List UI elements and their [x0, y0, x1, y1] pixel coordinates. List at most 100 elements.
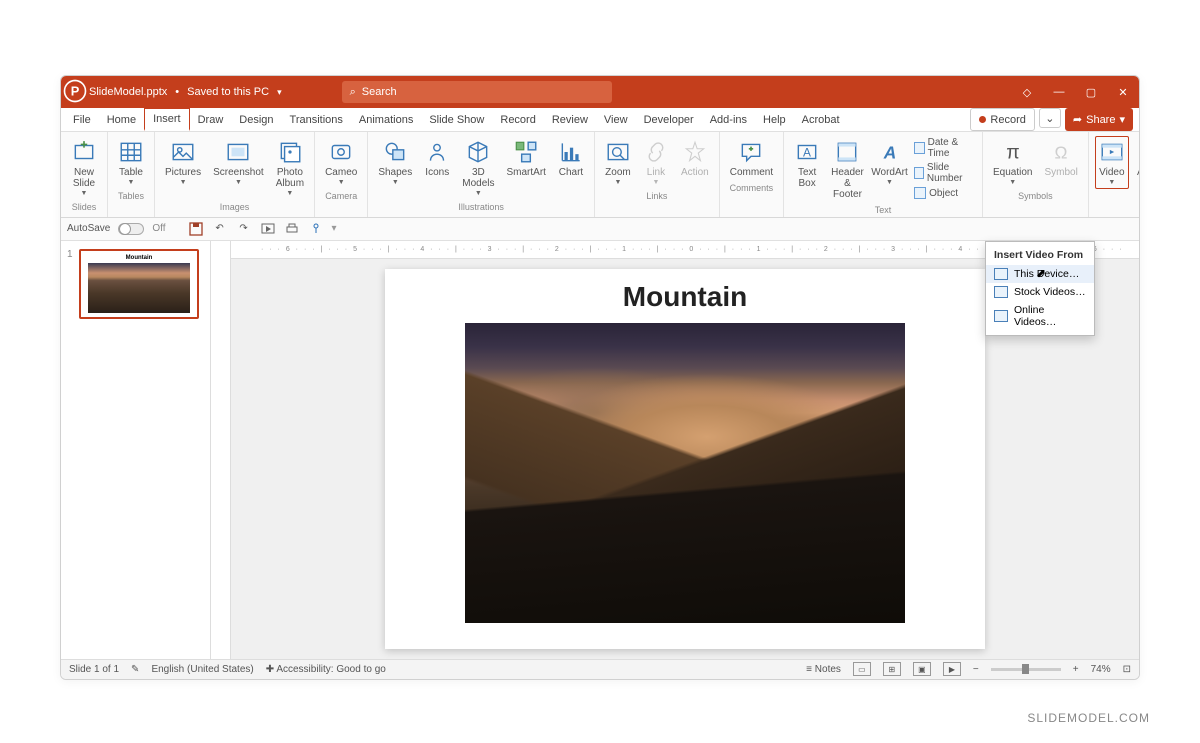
slide-position[interactable]: Slide 1 of 1 — [69, 664, 119, 675]
slideshow-button[interactable]: ▶ — [943, 662, 961, 676]
tab-review[interactable]: Review — [544, 108, 596, 131]
icons-button[interactable]: Icons — [420, 136, 454, 181]
slideshow-from-beginning-button[interactable] — [260, 221, 276, 237]
link-button[interactable]: Link▼ — [639, 136, 673, 189]
spellcheck-icon[interactable]: ✎ — [131, 664, 139, 675]
video-button[interactable]: Video▼ — [1095, 136, 1129, 189]
slide-number-button[interactable]: Slide Number — [912, 161, 976, 185]
smartart-button[interactable]: SmartArt — [503, 136, 550, 181]
ribbon-group-media: Video▼Audio▼Screen RecordingMedia — [1089, 132, 1140, 217]
search-input[interactable]: ⌕ Search — [342, 81, 612, 103]
slide-sorter-button[interactable]: ⊞ — [883, 662, 901, 676]
quick-access-toolbar: AutoSave Off ↶ ↷ ▾ — [61, 218, 1139, 240]
autosave-toggle[interactable] — [118, 223, 144, 235]
tab-draw[interactable]: Draw — [190, 108, 232, 131]
zoom-out-button[interactable]: − — [973, 664, 979, 675]
shapes-button[interactable]: Shapes▼ — [374, 136, 416, 189]
slide-title[interactable]: Mountain — [623, 281, 747, 313]
action-button[interactable]: Action — [677, 136, 713, 181]
tab-help[interactable]: Help — [755, 108, 794, 131]
icons-icon — [424, 139, 450, 165]
wordart-button[interactable]: AWordArt▼ — [871, 136, 908, 189]
minimize-button[interactable]: — — [1043, 76, 1075, 108]
notes-button[interactable]: ≡ Notes — [806, 664, 841, 675]
share-button[interactable]: ➦ Share ▾ — [1065, 108, 1133, 131]
coming-soon-button[interactable]: ◇ — [1011, 76, 1043, 108]
slide[interactable]: Mountain — [385, 269, 985, 649]
tab-acrobat[interactable]: Acrobat — [794, 108, 848, 131]
undo-button[interactable]: ↶ — [212, 221, 228, 237]
table-button[interactable]: Table▼ — [114, 136, 148, 189]
video-dropdown: Insert Video From This Device…Stock Vide… — [985, 241, 1095, 336]
save-status: Saved to this PC — [187, 86, 269, 98]
header-footer-button[interactable]: Header & Footer — [828, 136, 867, 203]
tab-add-ins[interactable]: Add-ins — [702, 108, 755, 131]
tab-record[interactable]: Record — [492, 108, 543, 131]
screenshot-icon — [225, 139, 251, 165]
tab-view[interactable]: View — [596, 108, 636, 131]
date-time-button[interactable]: Date & Time — [912, 136, 976, 160]
equation-button[interactable]: πEquation▼ — [989, 136, 1036, 189]
video-icon — [1099, 139, 1125, 165]
tab-insert[interactable]: Insert — [144, 108, 190, 131]
comment-button[interactable]: Comment — [726, 136, 777, 181]
group-label: Tables — [118, 191, 144, 201]
normal-view-button[interactable]: ▭ — [853, 662, 871, 676]
tab-file[interactable]: File — [65, 108, 99, 131]
photo-album-icon — [277, 139, 303, 165]
language-status[interactable]: English (United States) — [151, 664, 253, 675]
pictures-button[interactable]: Pictures▼ — [161, 136, 205, 189]
filename: SlideModel.pptx — [89, 86, 167, 98]
close-button[interactable]: ✕ — [1107, 76, 1139, 108]
autosave-label: AutoSave — [67, 223, 110, 234]
slide-image[interactable] — [465, 323, 905, 623]
photo-album-button[interactable]: Photo Album▼ — [272, 136, 308, 200]
zoom-in-button[interactable]: + — [1073, 664, 1079, 675]
chevron-down-icon: ▼ — [338, 180, 345, 186]
fit-to-window-button[interactable]: ⊡ — [1123, 664, 1131, 675]
screenshot-button[interactable]: Screenshot▼ — [209, 136, 268, 189]
video-option-stock-videos[interactable]: Stock Videos… — [986, 283, 1094, 301]
action-icon — [682, 139, 708, 165]
group-label: Symbols — [1018, 191, 1053, 201]
tab-animations[interactable]: Animations — [351, 108, 421, 131]
tab-transitions[interactable]: Transitions — [282, 108, 351, 131]
object-button[interactable]: Object — [912, 186, 960, 200]
powerpoint-window: P SlideModel.pptx Saved to this PC ▾ ⌕ S… — [60, 75, 1140, 680]
cameo-icon — [328, 139, 354, 165]
tab-design[interactable]: Design — [231, 108, 281, 131]
zoom-slider[interactable] — [991, 668, 1061, 671]
save-button[interactable] — [188, 221, 204, 237]
3d-models-button[interactable]: 3D Models▼ — [458, 136, 498, 200]
tab-slide-show[interactable]: Slide Show — [421, 108, 492, 131]
chevron-down-icon: ▼ — [475, 191, 482, 197]
svg-text:P: P — [71, 83, 80, 98]
record-button[interactable]: Record — [970, 108, 1034, 131]
document-title[interactable]: SlideModel.pptx Saved to this PC ▾ — [89, 86, 282, 98]
maximize-button[interactable]: ▢ — [1075, 76, 1107, 108]
object-icon — [914, 187, 926, 199]
redo-button[interactable]: ↷ — [236, 221, 252, 237]
ribbon-group-links: Zoom▼Link▼Action Links — [595, 132, 720, 217]
slide-thumbnail[interactable]: Mountain — [79, 249, 199, 319]
symbol-button[interactable]: ΩSymbol — [1040, 136, 1081, 181]
reading-view-button[interactable]: ▣ — [913, 662, 931, 676]
audio-button[interactable]: Audio▼ — [1133, 136, 1140, 189]
video-option-online-videos[interactable]: Online Videos… — [986, 301, 1094, 331]
quick-print-button[interactable] — [284, 221, 300, 237]
zoom-level[interactable]: 74% — [1091, 664, 1111, 675]
group-label: Links — [646, 191, 667, 201]
new-slide-icon — [71, 139, 97, 165]
new-slide-button[interactable]: New Slide▼ — [67, 136, 101, 200]
cameo-button[interactable]: Cameo▼ — [321, 136, 361, 189]
dictate-button[interactable]: ⌄ — [1039, 108, 1061, 128]
chart-button[interactable]: Chart — [554, 136, 588, 181]
chart-icon — [558, 139, 584, 165]
chevron-down-icon: ▼ — [614, 180, 621, 186]
accessibility-status[interactable]: ✚ Accessibility: Good to go — [266, 664, 386, 675]
touch-mode-button[interactable] — [308, 221, 324, 237]
tab-home[interactable]: Home — [99, 108, 144, 131]
zoom-button[interactable]: Zoom▼ — [601, 136, 635, 189]
text-box-button[interactable]: AText Box — [790, 136, 824, 192]
tab-developer[interactable]: Developer — [636, 108, 702, 131]
